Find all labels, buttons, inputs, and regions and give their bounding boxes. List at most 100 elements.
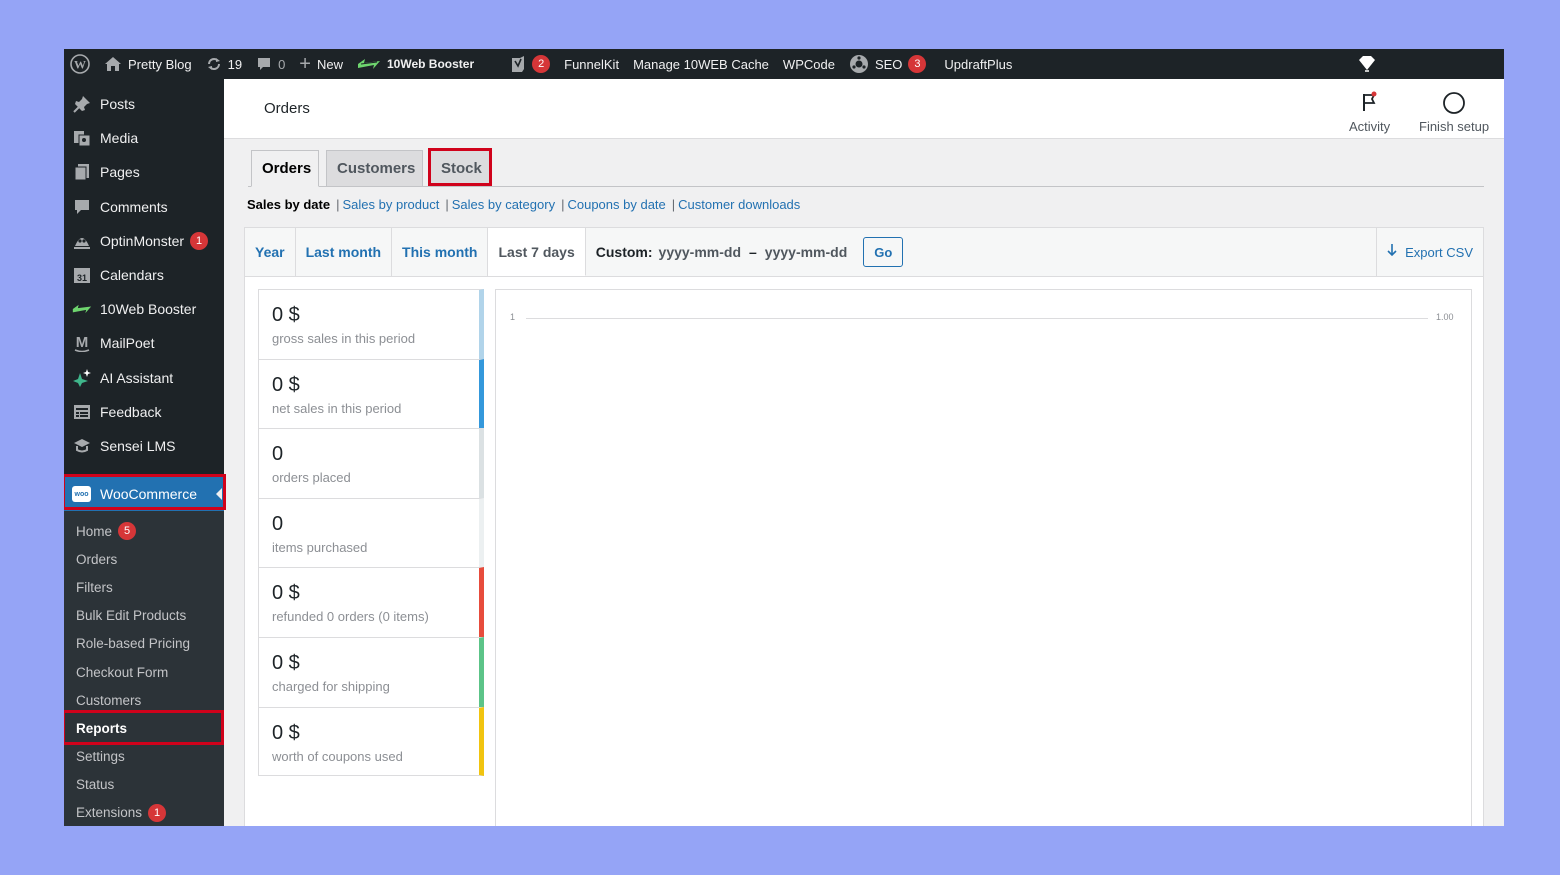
sidebar-item-label: Feedback (100, 403, 162, 420)
chart-baseline (526, 318, 1428, 319)
coupons-by-date-link[interactable]: Coupons by date (567, 197, 665, 212)
stat-amount: 0 $ (272, 373, 300, 396)
stat-item[interactable]: 0 $ net sales in this period (258, 358, 484, 429)
sidebar-item-mailpoet[interactable]: M MailPoet (64, 326, 224, 360)
stat-label: refunded 0 orders (0 items) (272, 609, 429, 625)
pin-icon (72, 94, 92, 114)
submenu-item-reports[interactable]: Reports (64, 714, 224, 742)
yoast-icon (510, 55, 526, 73)
start-date-input[interactable]: yyyy-mm-dd (659, 244, 741, 260)
wordpress-logo-button[interactable]: W (64, 49, 97, 79)
sidebar-item-posts[interactable]: Posts (64, 87, 224, 121)
separator: | (561, 197, 565, 212)
range-last-7-days-tab[interactable]: Last 7 days (488, 228, 586, 276)
separator: | (445, 197, 449, 212)
customer-downloads-link[interactable]: Customer downloads (678, 197, 800, 212)
new-content-link[interactable]: + New (292, 49, 350, 79)
end-date-input[interactable]: yyyy-mm-dd (765, 244, 847, 260)
comments-count: 0 (278, 56, 286, 72)
booster-link[interactable]: 10Web Booster (350, 49, 481, 79)
funnelkit-link[interactable]: FunnelKit (557, 49, 626, 79)
sidebar-item-sensei-lms[interactable]: Sensei LMS (64, 429, 224, 463)
diamond-icon (1357, 54, 1377, 75)
sidebar-item-calendars[interactable]: 31 Calendars (64, 258, 224, 292)
stat-amount: 0 $ (272, 651, 300, 674)
activity-button[interactable]: Activity (1349, 91, 1390, 134)
submenu-item-filters[interactable]: Filters (64, 573, 224, 601)
feedback-icon (72, 402, 92, 422)
submenu-item-orders[interactable]: Orders (64, 545, 224, 573)
bolt-icon (357, 57, 381, 71)
sparkle-icon (72, 368, 92, 388)
plus-icon: + (299, 53, 311, 75)
woocommerce-logo-icon: woo (72, 486, 91, 502)
export-csv-button[interactable]: Export CSV (1376, 228, 1483, 276)
stat-amount: 0 (272, 443, 284, 466)
site-name-link[interactable]: Pretty Blog (97, 49, 199, 79)
sidebar-item-optinmonster[interactable]: OptinMonster 1 (64, 224, 224, 258)
stat-label: orders placed (272, 470, 351, 486)
stat-item[interactable]: 0 $ gross sales in this period (258, 289, 484, 359)
chart-legend: 0 $ gross sales in this period 0 $ net sale… (258, 289, 484, 777)
notification-link[interactable] (1350, 49, 1384, 79)
seo-badge: 3 (908, 55, 927, 73)
stat-item[interactable]: 0 items purchased (258, 497, 484, 568)
comment-bubble-icon (256, 56, 272, 72)
current-arrow-icon (216, 488, 222, 500)
tab-customers[interactable]: Customers (326, 150, 423, 187)
manage-cache-link[interactable]: Manage 10WEB Cache (626, 49, 776, 79)
updraftplus-link[interactable]: UpdraftPlus (937, 49, 1019, 79)
svg-text:W: W (74, 58, 86, 72)
go-button[interactable]: Go (863, 237, 904, 267)
submenu-item-status[interactable]: Status (64, 771, 224, 799)
sidebar-item-10web-booster[interactable]: 10Web Booster (64, 292, 224, 326)
sidebar-item-pages[interactable]: Pages (64, 155, 224, 189)
range-this-month-tab[interactable]: This month (392, 228, 489, 276)
finish-setup-button[interactable]: Finish setup (1419, 91, 1489, 134)
sidebar-item-media[interactable]: Media (64, 121, 224, 155)
stat-item[interactable]: 0 orders placed (258, 428, 484, 498)
report-panel: 0 $ gross sales in this period 0 $ net sale… (244, 277, 1484, 826)
page-header: Orders Activity Finish setup (224, 79, 1504, 139)
sidebar-item-label: Calendars (100, 267, 164, 284)
sidebar-item-label: Media (100, 130, 139, 147)
submenu-label: Checkout Form (76, 664, 169, 680)
woocommerce-submenu: Home 5 Orders Filters Bulk Edit Products … (64, 511, 224, 826)
browser-window: W Pretty Blog 19 0 + New 10Web Booster 2… (64, 49, 1504, 826)
tab-orders[interactable]: Orders (251, 150, 319, 187)
updates-link[interactable]: 19 (199, 49, 249, 79)
sales-by-product-link[interactable]: Sales by product (343, 197, 440, 212)
submenu-item-extensions[interactable]: Extensions 1 (64, 799, 224, 826)
stat-item[interactable]: 0 $ refunded 0 orders (0 items) (258, 567, 484, 637)
submenu-item-settings[interactable]: Settings (64, 743, 224, 771)
mailpoet-icon: M (72, 333, 92, 353)
tab-stock[interactable]: Stock (430, 150, 492, 187)
range-last-month-tab[interactable]: Last month (296, 228, 393, 276)
sidebar-item-label: Comments (100, 198, 168, 215)
yoast-link[interactable]: 2 (503, 49, 557, 79)
seo-link[interactable]: SEO 3 (842, 49, 933, 79)
stat-amount: 0 $ (272, 721, 300, 744)
extensions-badge: 1 (148, 803, 167, 822)
comments-link[interactable]: 0 (249, 49, 292, 79)
sales-by-category-link[interactable]: Sales by category (452, 197, 555, 212)
stat-label: worth of coupons used (272, 748, 403, 764)
range-year-tab[interactable]: Year (245, 228, 296, 276)
sidebar-item-woocommerce[interactable]: woo WooCommerce (64, 477, 224, 511)
wpcode-link[interactable]: WPCode (776, 49, 842, 79)
sidebar-item-feedback[interactable]: Feedback (64, 395, 224, 429)
finish-setup-label: Finish setup (1419, 119, 1490, 134)
stat-item[interactable]: 0 $ charged for shipping (258, 636, 484, 707)
chart-left-tick: 1 (510, 312, 516, 322)
submenu-label: Customers (76, 692, 142, 708)
submenu-label: Orders (76, 551, 118, 567)
submenu-item-bulk-edit[interactable]: Bulk Edit Products (64, 602, 224, 630)
page-title: Orders (264, 100, 310, 117)
submenu-item-checkout-form[interactable]: Checkout Form (64, 658, 224, 686)
sidebar-item-ai-assistant[interactable]: AI Assistant (64, 361, 224, 395)
submenu-item-customers[interactable]: Customers (64, 686, 224, 714)
stat-item[interactable]: 0 $ worth of coupons used (258, 706, 484, 777)
submenu-item-home[interactable]: Home 5 (64, 517, 224, 545)
sidebar-item-comments[interactable]: Comments (64, 190, 224, 224)
submenu-item-role-pricing[interactable]: Role-based Pricing (64, 630, 224, 658)
